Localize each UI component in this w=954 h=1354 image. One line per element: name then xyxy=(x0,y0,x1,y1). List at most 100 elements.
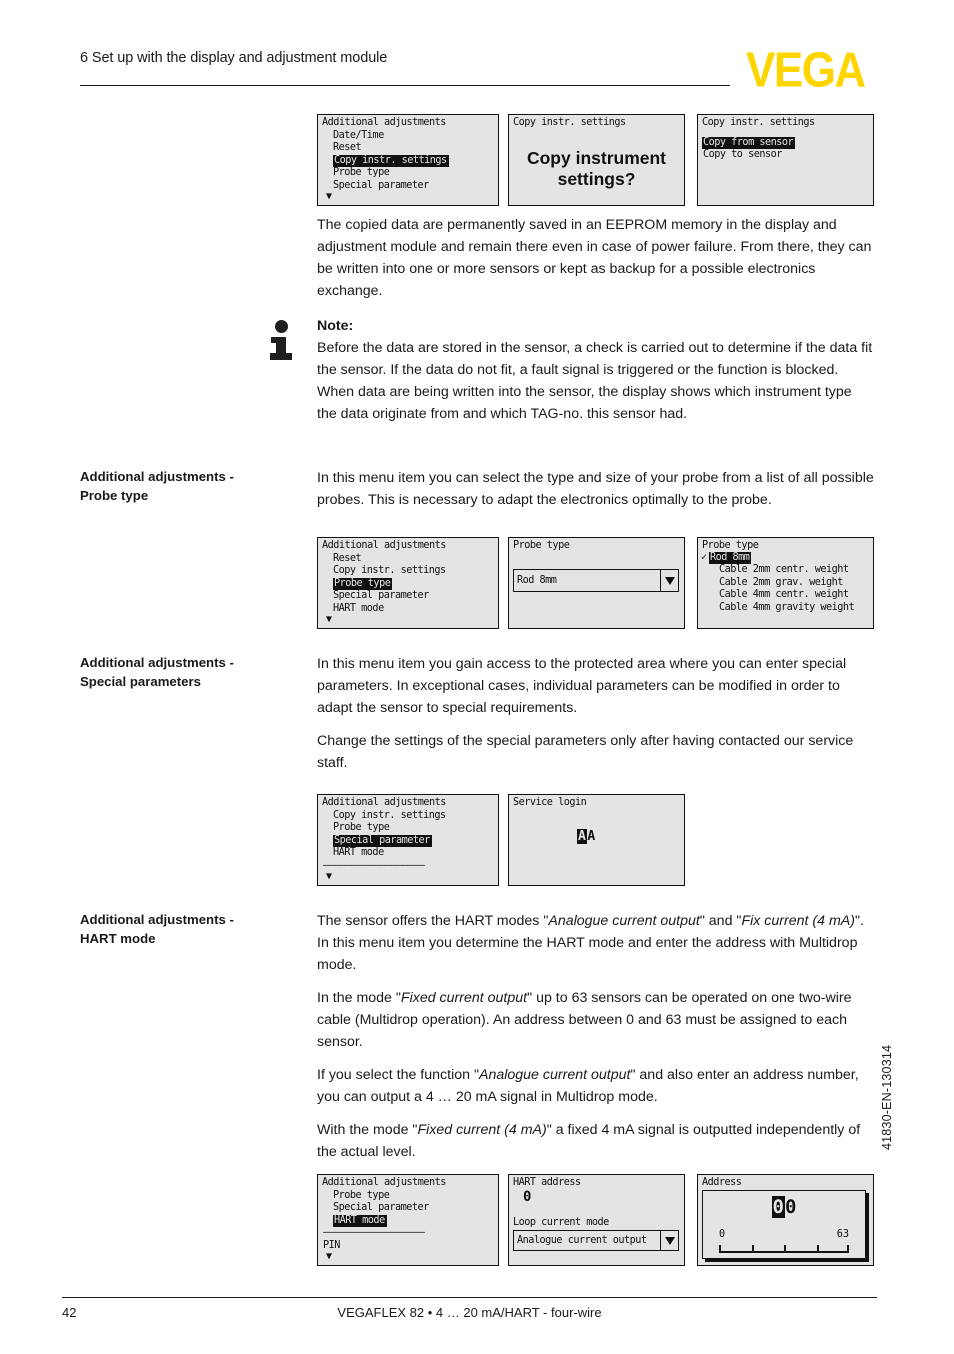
paragraph-text: Change the settings of the special param… xyxy=(317,733,854,771)
confirm-prompt-line2: settings? xyxy=(557,169,636,189)
list-item[interactable]: Cable 2mm centr. weight xyxy=(707,564,870,576)
paragraph-text: The copied data are permanently saved in… xyxy=(317,217,872,299)
address-digits[interactable]: 00 xyxy=(703,1196,865,1218)
lcd-menu-list: Reset Copy instr. settings Probe type Sp… xyxy=(322,553,495,615)
list-item-selected[interactable]: HART mode xyxy=(322,1214,495,1228)
list-item[interactable]: Cable 4mm centr. weight xyxy=(707,589,870,601)
scale-tick xyxy=(719,1245,721,1253)
list-item[interactable]: Reset xyxy=(322,142,495,154)
lcd-screen-probe-type-list[interactable]: Probe type ✓ Rod 8mm Cable 2mm centr. we… xyxy=(697,537,874,629)
chapter-title: 6 Set up with the display and adjustment… xyxy=(80,50,388,66)
text-part: In the mode " xyxy=(317,990,401,1006)
lcd-screen-hart-address[interactable]: HART address 0 Loop current mode Analogu… xyxy=(508,1174,685,1266)
info-icon xyxy=(270,320,296,372)
dropdown-value: Analogue current output xyxy=(517,1235,647,1246)
list-item-label: Copy instr. settings xyxy=(333,154,449,168)
text-part: With the mode " xyxy=(317,1122,418,1138)
dropdown-value: Rod 8mm xyxy=(517,575,557,586)
label-line-1: Additional adjustments - xyxy=(80,912,234,927)
text-part: If you select the function " xyxy=(317,1067,479,1083)
paragraph-text: The sensor offers the HART modes "Analog… xyxy=(317,910,874,976)
scale-tick xyxy=(784,1245,786,1253)
list-item-label: Probe type xyxy=(333,577,393,591)
hart-mode-paragraphs: The sensor offers the HART modes "Analog… xyxy=(317,910,874,1163)
lcd-screen-address-editor[interactable]: Address 00 0 63 xyxy=(697,1174,874,1266)
emphasis-text: Fix current (4 mA) xyxy=(741,913,855,929)
paragraph-text: If you select the function "Analogue cur… xyxy=(317,1064,874,1108)
emphasis-text: Analogue current output xyxy=(478,1067,631,1083)
label-line-1: Additional adjustments - xyxy=(80,469,234,484)
list-item[interactable]: Copy instr. settings xyxy=(322,565,495,577)
lcd-title: Additional adjustments xyxy=(322,797,446,808)
list-item[interactable]: HART mode xyxy=(322,603,495,615)
section-label-special-parameters: Additional adjustments - Special paramet… xyxy=(80,653,305,691)
probe-type-paragraph: In this menu item you can select the typ… xyxy=(317,467,874,511)
scroll-down-arrow[interactable]: ▼ xyxy=(326,872,332,882)
lcd-title: Address xyxy=(702,1177,742,1188)
list-item-selected[interactable]: Copy instr. settings xyxy=(322,154,495,168)
scroll-down-arrow[interactable]: ▼ xyxy=(326,615,332,625)
list-item[interactable]: Probe type xyxy=(322,167,495,179)
lcd-title: Additional adjustments xyxy=(322,117,446,128)
lcd-screen-additional-adjustments-3[interactable]: Additional adjustments Copy instr. setti… xyxy=(317,794,499,886)
list-item[interactable]: Probe type xyxy=(322,822,495,834)
copy-settings-paragraph: The copied data are permanently saved in… xyxy=(317,214,874,302)
emphasis-text: Fixed current output xyxy=(400,990,528,1006)
list-item-selected[interactable]: Probe type xyxy=(322,577,495,591)
text-part: " and " xyxy=(699,913,742,929)
emphasis-text: Analogue current output xyxy=(548,913,700,929)
label-line-2: Probe type xyxy=(80,488,149,503)
chevron-down-icon[interactable] xyxy=(660,570,678,591)
list-item[interactable]: Reset xyxy=(322,553,495,565)
lcd-menu-list: Rod 8mm Cable 2mm centr. weight Cable 2m… xyxy=(707,552,870,614)
paragraph-text: With the mode "Fixed current (4 mA)" a f… xyxy=(317,1119,874,1163)
scale-tick xyxy=(751,1245,754,1253)
lcd-menu-list: Copy instr. settings Probe type Special … xyxy=(322,810,495,872)
chevron-down-icon[interactable] xyxy=(660,1231,678,1250)
probe-type-dropdown[interactable]: Rod 8mm xyxy=(513,569,679,592)
lcd-screen-additional-adjustments-2[interactable]: Additional adjustments Reset Copy instr.… xyxy=(317,537,499,629)
list-item-selected[interactable]: Rod 8mm xyxy=(707,552,870,565)
list-item[interactable]: Probe type xyxy=(322,1190,495,1202)
lcd-screen-copy-direction[interactable]: Copy instr. settings Copy from sensor Co… xyxy=(697,114,874,206)
list-item[interactable]: Date/Time xyxy=(322,130,495,142)
list-item-label: Rod 8mm xyxy=(709,552,752,565)
loop-current-mode-dropdown[interactable]: Analogue current output xyxy=(513,1230,679,1251)
list-item-selected[interactable]: Special parameter xyxy=(322,834,495,848)
special-parameters-paragraphs: In this menu item you gain access to the… xyxy=(317,653,874,774)
lcd-menu-list: Date/Time Reset Copy instr. settings Pro… xyxy=(322,130,495,192)
list-item[interactable]: Copy to sensor xyxy=(702,149,870,161)
address-digit-active: 0 xyxy=(771,1196,785,1218)
list-item[interactable]: Copy instr. settings xyxy=(322,810,495,822)
list-item-selected[interactable]: Copy from sensor xyxy=(702,137,870,150)
vega-logo: VEGA xyxy=(746,42,866,98)
header-divider xyxy=(80,85,730,86)
footer-document-title: VEGAFLEX 82 • 4 … 20 mA/HART - four-wire xyxy=(337,1305,602,1320)
list-item[interactable]: Cable 4mm gravity weight xyxy=(707,602,870,614)
lcd-screen-service-login[interactable]: Service login A A xyxy=(508,794,685,886)
menu-divider: –––––––––––––––––– xyxy=(323,1227,425,1239)
password-field[interactable]: A A xyxy=(577,829,596,844)
lcd-screen-probe-type-select[interactable]: Probe type Rod 8mm xyxy=(508,537,685,629)
lcd-title: Additional adjustments xyxy=(322,1177,446,1188)
list-item[interactable]: HART mode xyxy=(322,847,495,859)
list-item[interactable]: Special parameter xyxy=(322,590,495,602)
list-item[interactable]: Special parameter xyxy=(322,180,495,192)
confirm-prompt-line1: Copy instrument xyxy=(526,148,667,168)
lcd-title: Service login xyxy=(513,797,587,808)
address-scale: 0 63 xyxy=(719,1229,849,1253)
list-item[interactable]: Cable 2mm grav. weight xyxy=(707,577,870,589)
scroll-down-arrow[interactable]: ▼ xyxy=(326,192,332,202)
lcd-screen-copy-confirm[interactable]: Copy instr. settings Copy instrument set… xyxy=(508,114,685,206)
list-item[interactable]: Special parameter xyxy=(322,1202,495,1214)
list-item[interactable]: PIN xyxy=(322,1240,495,1252)
address-editor-frame: 00 0 63 xyxy=(702,1190,866,1259)
note-body: Note: Before the data are stored in the … xyxy=(317,315,874,425)
lcd-screen-additional-adjustments-1[interactable]: Additional adjustments Date/Time Reset C… xyxy=(317,114,499,206)
scroll-down-arrow[interactable]: ▼ xyxy=(326,1252,332,1262)
scale-min-label: 0 xyxy=(719,1229,726,1240)
note-text: Before the data are stored in the sensor… xyxy=(317,340,873,422)
note-label: Note: xyxy=(317,318,354,334)
text-part: The sensor offers the HART modes " xyxy=(317,913,549,929)
lcd-screen-additional-adjustments-4[interactable]: Additional adjustments Probe type Specia… xyxy=(317,1174,499,1266)
